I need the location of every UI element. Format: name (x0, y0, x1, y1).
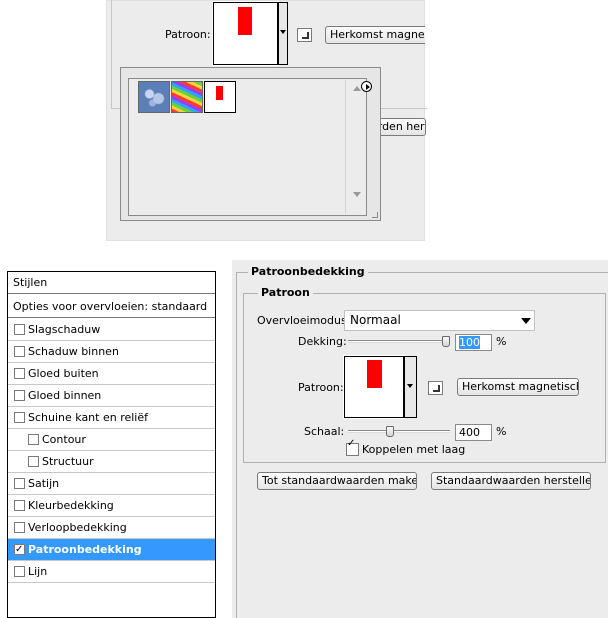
style-item-checkbox[interactable] (28, 456, 39, 467)
new-preset-icon[interactable] (297, 28, 312, 42)
snap-to-origin-button[interactable]: Herkomst magnetisch (457, 378, 579, 396)
scroll-down-icon[interactable] (353, 192, 361, 197)
style-item-label: Patroonbedekking (28, 543, 142, 556)
scale-input[interactable]: 400 (455, 424, 492, 441)
blend-mode-value: Normaal (350, 313, 401, 327)
style-item[interactable]: Schaduw binnen (8, 341, 215, 363)
pattern-list-scrollbar[interactable] (345, 80, 366, 214)
pattern-swatch[interactable] (343, 355, 405, 419)
style-item-checkbox[interactable] (14, 478, 25, 489)
style-item[interactable]: Lijn (8, 561, 215, 583)
opacity-value: 100 (459, 336, 480, 349)
pattern-dropdown-button[interactable] (278, 2, 288, 65)
style-item-checkbox[interactable] (14, 566, 25, 577)
pattern-label: Patroon: (165, 28, 211, 41)
pattern-dropdown-button[interactable] (404, 356, 417, 418)
pattern-thumb-rainbow[interactable] (171, 81, 203, 113)
styles-header: Stijlen (8, 272, 215, 294)
style-item-label: Gloed binnen (28, 389, 102, 402)
style-item-checkbox[interactable] (14, 324, 25, 335)
style-item-label: Verloopbedekking (28, 521, 127, 534)
style-item-checkbox[interactable] (14, 522, 25, 533)
blend-mode-select[interactable]: Normaal (344, 310, 535, 331)
blend-mode-label: Overvloeimodus: (257, 314, 351, 327)
style-item-label: Schaduw binnen (28, 345, 119, 358)
pattern-swatch[interactable] (212, 1, 279, 66)
style-item-label: Kleurbedekking (28, 499, 114, 512)
scale-percent: % (496, 425, 507, 438)
new-preset-icon[interactable] (428, 381, 443, 395)
opacity-slider-track[interactable] (348, 340, 450, 343)
style-item-checkbox[interactable] (14, 368, 25, 379)
make-default-button[interactable]: Tot standaardwaarden maken (257, 472, 417, 490)
style-item-label: Gloed buiten (28, 367, 99, 380)
pattern-thumb-red-white[interactable] (204, 81, 236, 113)
resize-grip-icon[interactable] (372, 212, 378, 218)
opacity-label: Dekking: (298, 335, 347, 348)
style-item-checkbox[interactable] (14, 412, 25, 423)
pattern-picker-popup (120, 67, 381, 221)
style-item-label: Contour (42, 433, 86, 446)
style-item[interactable]: Contour (8, 429, 215, 451)
snap-to-origin-button[interactable]: Herkomst magnetisch (325, 26, 425, 44)
styles-list-panel: Stijlen Opties voor overvloeien: standaa… (7, 271, 216, 618)
reset-default-button[interactable]: Standaardwaarden herstellen (431, 472, 591, 490)
style-item[interactable]: Structuur (8, 451, 215, 473)
style-item-checkbox[interactable] (14, 346, 25, 357)
style-item-checkbox[interactable] (14, 500, 25, 511)
link-layer-label: Koppelen met laag (362, 443, 466, 456)
style-item[interactable]: Slagschaduw (8, 319, 215, 341)
opacity-slider-thumb[interactable] (442, 336, 450, 347)
circle-arrow-right-icon[interactable] (361, 81, 372, 92)
style-item[interactable]: Schuine kant en reliëf (8, 407, 215, 429)
style-item-label: Satijn (28, 477, 60, 490)
scroll-up-icon[interactable] (353, 86, 361, 91)
thumb-red-block (216, 86, 223, 100)
style-item[interactable]: Patroonbedekking (8, 539, 215, 561)
chevron-down-icon (280, 30, 286, 34)
blend-options-item[interactable]: Opties voor overvloeien: standaard (8, 296, 215, 318)
style-item-checkbox[interactable] (14, 539, 25, 560)
style-item-label: Lijn (28, 565, 48, 578)
chevron-down-icon (407, 384, 413, 388)
style-item[interactable]: Satijn (8, 473, 215, 495)
opacity-input[interactable]: 100 (455, 334, 492, 351)
style-item[interactable]: Gloed buiten (8, 363, 215, 385)
opacity-percent: % (496, 335, 507, 348)
scale-label: Schaal: (304, 425, 345, 438)
style-item[interactable]: Verloopbedekking (8, 517, 215, 539)
style-item-label: Schuine kant en reliëf (28, 411, 149, 424)
pattern-list (128, 78, 367, 216)
style-item-checkbox[interactable] (28, 434, 39, 445)
pattern-red-block (238, 7, 252, 35)
scale-slider-track[interactable] (348, 430, 450, 433)
group-title: Patroon (258, 286, 313, 299)
style-item[interactable]: Gloed binnen (8, 385, 215, 407)
pattern-red-block (367, 360, 382, 388)
pattern-thumb-bubbles[interactable] (138, 81, 170, 113)
section-title: Patroonbedekking (248, 265, 368, 278)
chevron-down-icon (521, 318, 531, 324)
pattern-label: Patroon: (298, 381, 344, 394)
style-item[interactable]: Kleurbedekking (8, 495, 215, 517)
link-layer-checkbox[interactable] (346, 438, 359, 456)
style-item-label: Structuur (42, 455, 94, 468)
style-item-checkbox[interactable] (14, 390, 25, 401)
style-item-label: Slagschaduw (28, 323, 101, 336)
scale-slider-thumb[interactable] (385, 426, 394, 437)
pattern-picker-crop: Patroon: Herkomst magnetisch arden herst… (106, 0, 427, 241)
